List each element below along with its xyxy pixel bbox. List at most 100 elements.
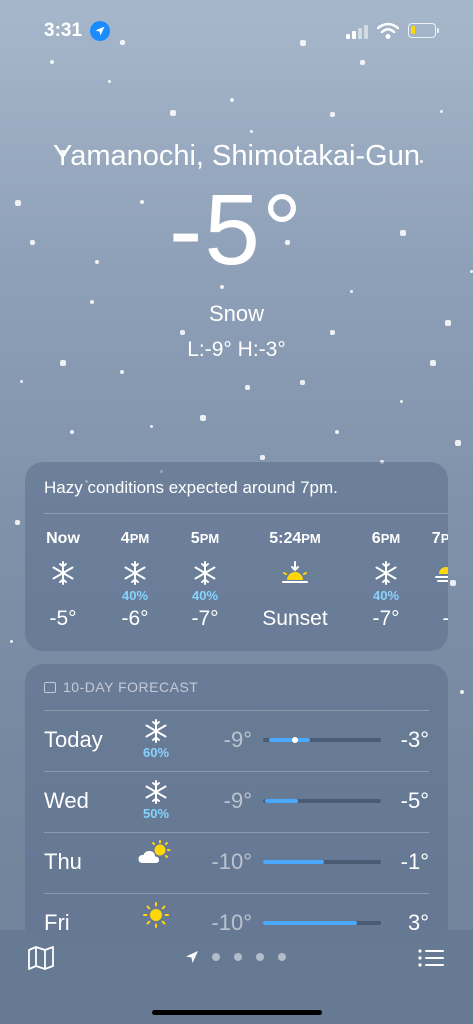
day-name: Today bbox=[44, 727, 103, 752]
snowflake-particle bbox=[250, 130, 253, 133]
snowflake-particle bbox=[360, 60, 365, 65]
hourly-summary: Hazy conditions expected around 7pm. bbox=[44, 478, 338, 497]
hourly-precipitation: 40% bbox=[191, 588, 219, 603]
hourly-time: 5PM bbox=[190, 530, 220, 547]
low-temperature: -9° bbox=[223, 727, 252, 752]
snowflake-particle bbox=[450, 580, 456, 586]
daily-precipitation: 60% bbox=[142, 745, 170, 760]
high-temperature: -5° bbox=[400, 788, 429, 813]
snowflake-particle bbox=[200, 415, 206, 421]
snowflake-particle bbox=[440, 110, 443, 113]
snowflake-particle bbox=[20, 380, 23, 383]
hourly-precipitation: 40% bbox=[121, 588, 149, 603]
bottom-toolbar bbox=[0, 930, 473, 1024]
cellular-signal-icon bbox=[346, 25, 368, 39]
snowflake-particle bbox=[150, 425, 153, 428]
home-indicator[interactable] bbox=[152, 1010, 322, 1015]
hourly-precipitation bbox=[411, 588, 448, 604]
temperature-range-fill bbox=[263, 860, 324, 864]
snowflake-particle bbox=[260, 455, 265, 460]
snowflake-particle bbox=[15, 520, 20, 525]
battery-low-icon bbox=[408, 23, 439, 38]
hourly-forecast-card[interactable]: Hazy conditions expected around 7pm. Now… bbox=[25, 462, 448, 651]
snowflake-particle bbox=[455, 440, 461, 446]
ten-day-forecast-header: 10-DAY FORECAST bbox=[44, 679, 198, 695]
temperature-range-fill bbox=[263, 921, 357, 925]
temperature-range-bar bbox=[263, 737, 381, 743]
temperature-range-bar bbox=[263, 921, 381, 925]
divider bbox=[44, 832, 429, 833]
hourly-item: 5PM 40% -7° bbox=[170, 530, 240, 631]
low-temperature: -9° bbox=[223, 788, 252, 813]
snowflake-particle bbox=[180, 330, 185, 335]
daily-row[interactable]: Today 60% -9° -3° bbox=[25, 710, 448, 770]
location-arrow-icon bbox=[90, 21, 110, 41]
snowflake-particle bbox=[300, 380, 305, 385]
hourly-item: 7PM - bbox=[411, 530, 448, 631]
high-temperature: -3° bbox=[400, 727, 429, 752]
current-condition: Snow bbox=[208, 301, 265, 326]
snowflake-particle bbox=[170, 110, 176, 116]
partly-sunny-icon bbox=[134, 840, 178, 871]
page-dot[interactable] bbox=[234, 953, 242, 961]
snowflake-particle bbox=[230, 98, 234, 102]
temperature-range-fill bbox=[265, 799, 298, 803]
snowflake-particle bbox=[245, 385, 250, 390]
hourly-time: 7PM bbox=[431, 530, 448, 547]
hourly-temperature: Sunset bbox=[262, 607, 328, 630]
city-list-button[interactable] bbox=[417, 946, 445, 970]
page-dot[interactable] bbox=[256, 953, 264, 961]
ten-day-forecast-title: 10-DAY FORECAST bbox=[63, 679, 199, 695]
high-low-temperature: L:-9° H:-3° bbox=[187, 338, 286, 361]
status-bar: 3:31 bbox=[0, 0, 473, 60]
snowflake-particle bbox=[120, 370, 124, 374]
divider bbox=[44, 893, 429, 894]
map-button[interactable] bbox=[27, 946, 55, 970]
hourly-item: Now -5° bbox=[28, 530, 98, 631]
daily-row[interactable]: Thu -10° -1° bbox=[25, 832, 448, 892]
hourly-temperature: -6° bbox=[121, 607, 149, 630]
hourly-time: 5:24PM bbox=[269, 530, 321, 547]
high-temperature: -1° bbox=[400, 849, 429, 874]
snowflake-particle bbox=[108, 80, 111, 83]
snowflake-particle bbox=[330, 330, 335, 335]
page-dot[interactable] bbox=[278, 953, 286, 961]
day-name: Wed bbox=[44, 788, 89, 813]
low-temperature: -10° bbox=[211, 849, 252, 874]
city-name: Yamanochi, Shimotakai-Gun bbox=[53, 140, 420, 172]
hourly-item: 5:24PM Sunset bbox=[260, 530, 330, 631]
hourly-precipitation bbox=[260, 588, 330, 604]
daily-precipitation: 50% bbox=[142, 806, 170, 821]
temperature-range-bar bbox=[263, 860, 381, 864]
hourly-temperature: - bbox=[411, 607, 449, 631]
snowflake-icon bbox=[170, 560, 240, 588]
calendar-icon bbox=[44, 682, 56, 693]
page-dot[interactable] bbox=[212, 953, 220, 961]
current-temp-marker bbox=[292, 737, 298, 743]
hourly-temperature: -5° bbox=[49, 607, 77, 630]
temperature-range-fill bbox=[269, 738, 310, 742]
snowflake-particle bbox=[10, 640, 13, 643]
haze-icon bbox=[411, 560, 448, 588]
daily-row[interactable]: Wed 50% -9° -5° bbox=[25, 771, 448, 831]
divider bbox=[44, 710, 429, 711]
day-name: Thu bbox=[44, 849, 82, 874]
location-arrow-icon bbox=[185, 950, 199, 969]
snowflake-particle bbox=[330, 112, 335, 117]
hourly-item: 4PM 40% -6° bbox=[100, 530, 170, 631]
temperature-range-bar bbox=[263, 799, 381, 803]
ten-day-forecast-card[interactable]: 10-DAY FORECAST Today 60% -9° -3° Wed 50% -9° -… bbox=[25, 664, 448, 944]
snowflake-icon bbox=[100, 560, 170, 588]
divider bbox=[44, 771, 429, 772]
hourly-time: Now bbox=[46, 530, 80, 547]
snowflake-particle bbox=[400, 400, 403, 403]
sunset-icon bbox=[260, 560, 330, 588]
hourly-temperature: -7° bbox=[191, 607, 219, 630]
wifi-icon bbox=[376, 22, 400, 40]
divider bbox=[44, 513, 448, 514]
map-icon bbox=[28, 946, 54, 970]
snowflake-particle bbox=[335, 430, 339, 434]
status-time: 3:31 bbox=[44, 20, 83, 41]
list-icon bbox=[418, 949, 444, 967]
snowflake-icon bbox=[28, 560, 98, 588]
